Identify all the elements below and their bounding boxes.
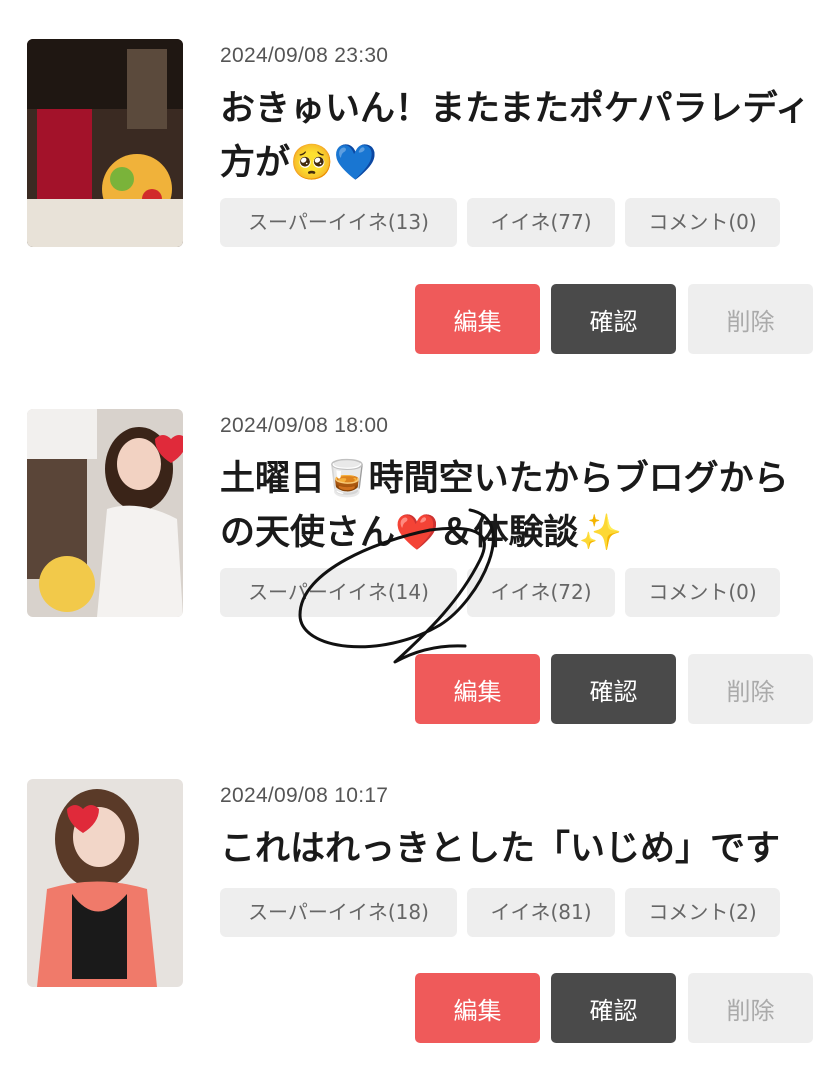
thumbnail-image [27,39,183,247]
post-title[interactable]: これはれっきとした「いじめ」です [220,822,820,876]
comment-count: コメント(2) [625,888,780,937]
delete-button[interactable]: 削除 [688,973,813,1043]
delete-button[interactable]: 削除 [688,284,813,354]
confirm-button[interactable]: 確認 [551,973,676,1043]
edit-button[interactable]: 編集 [415,284,540,354]
post-date: 2024/09/08 10:17 [220,784,389,807]
post-thumbnail[interactable] [27,779,183,987]
thumbnail-image [27,409,183,617]
post-title[interactable]: 土曜日🥃時間空いたからブログからの天使さん❤️＆体験談✨ [220,452,820,560]
like-count: イイネ(72) [467,568,615,617]
like-count: イイネ(77) [467,198,615,247]
edit-button[interactable]: 編集 [415,654,540,724]
post-date: 2024/09/08 18:00 [220,414,389,437]
post-date: 2024/09/08 23:30 [220,44,389,67]
post-title[interactable]: おきゅいん！またまたポケパラレディ方が🥺💙 [220,82,820,190]
post-thumbnail[interactable] [27,39,183,247]
confirm-button[interactable]: 確認 [551,654,676,724]
like-count: イイネ(81) [467,888,615,937]
post-item: 2024/09/08 23:30 おきゅいん！またまたポケパラレディ方が🥺💙 ス… [0,0,840,354]
super-like-count: スーパーイイネ(18) [220,888,457,937]
super-like-count: スーパーイイネ(14) [220,568,457,617]
edit-button[interactable]: 編集 [415,973,540,1043]
comment-count: コメント(0) [625,198,780,247]
confirm-button[interactable]: 確認 [551,284,676,354]
thumbnail-image [27,779,183,987]
super-like-count: スーパーイイネ(13) [220,198,457,247]
delete-button[interactable]: 削除 [688,654,813,724]
post-item: 2024/09/08 18:00 土曜日🥃時間空いたからブログからの天使さん❤️… [0,370,840,724]
post-item: 2024/09/08 10:17 これはれっきとした「いじめ」です スーパーイイ… [0,740,840,1070]
post-thumbnail[interactable] [27,409,183,617]
comment-count: コメント(0) [625,568,780,617]
